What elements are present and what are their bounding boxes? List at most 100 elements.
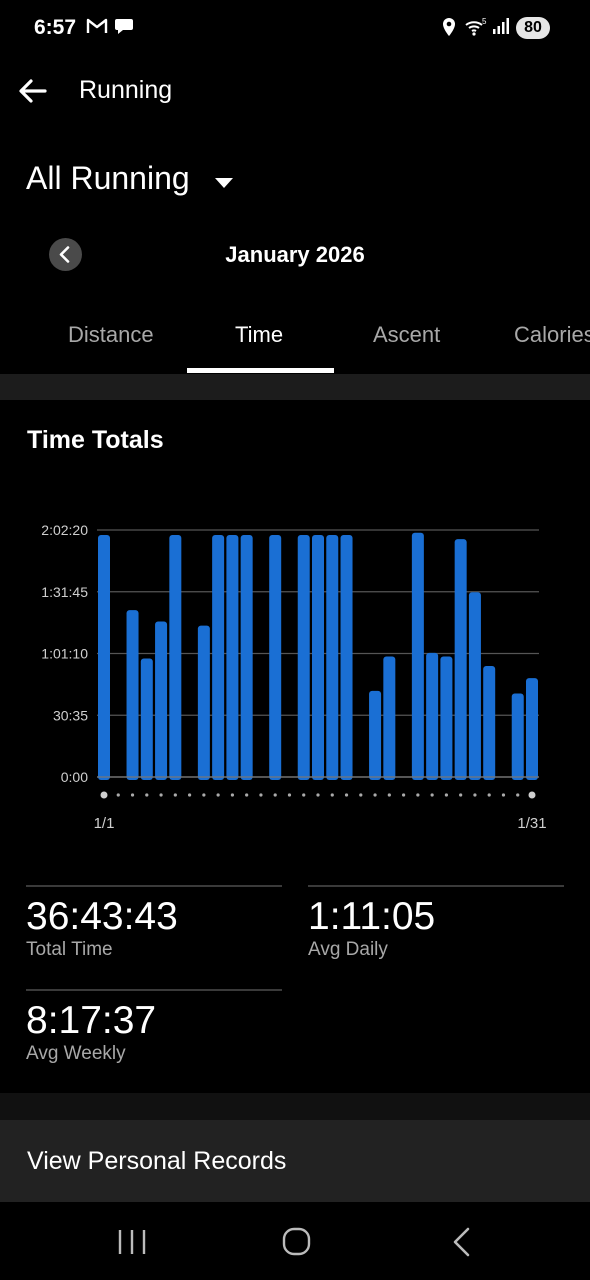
x-day-dot bbox=[430, 793, 434, 797]
bar-chart: 0:00 30:35 1:01:10 1:31:45 2:02:20 1/1 1/31 bbox=[41, 522, 546, 832]
x-day-dot bbox=[402, 793, 406, 797]
x-day-dot bbox=[159, 793, 163, 797]
x-tick-label: 1/31 bbox=[517, 815, 546, 832]
dropdown-arrow-icon bbox=[214, 176, 234, 194]
back-arrow-icon[interactable] bbox=[14, 72, 52, 110]
bar-1/10[interactable] bbox=[226, 535, 239, 780]
stat-value: 36:43:43 bbox=[26, 895, 178, 938]
bar-1/23[interactable] bbox=[411, 532, 424, 780]
y-tick-label: 2:02:20 bbox=[41, 522, 88, 538]
bar-1/24[interactable] bbox=[426, 652, 439, 780]
bar-1/8[interactable] bbox=[197, 625, 210, 780]
stat-avg-daily: 1:11:05 Avg Daily bbox=[308, 885, 564, 987]
x-day-dot bbox=[287, 793, 292, 797]
x-day-dot bbox=[245, 793, 249, 797]
stat-label: Avg Weekly bbox=[26, 1043, 126, 1064]
x-day-dot bbox=[501, 793, 506, 797]
x-day-dot bbox=[230, 793, 234, 797]
x-day-dot bbox=[216, 793, 220, 797]
bar-1/9[interactable] bbox=[212, 535, 225, 780]
system-nav-bar bbox=[0, 1202, 590, 1280]
x-day-dot bbox=[259, 793, 263, 797]
x-day-dot bbox=[202, 793, 206, 797]
month-label: January 2026 bbox=[225, 242, 365, 267]
bar-1/5[interactable] bbox=[155, 621, 168, 780]
signal-icon bbox=[492, 17, 510, 40]
bar-1/1[interactable] bbox=[98, 535, 110, 780]
x-day-dot bbox=[459, 793, 463, 797]
bar-1/31[interactable] bbox=[526, 678, 538, 780]
bar-1/15[interactable] bbox=[297, 535, 310, 780]
bar-1/26[interactable] bbox=[454, 539, 467, 780]
view-personal-records-button[interactable]: View Personal Records bbox=[0, 1120, 590, 1202]
x-day-dot bbox=[359, 793, 363, 797]
x-day-dot bbox=[116, 793, 120, 797]
x-day-dot bbox=[516, 793, 520, 797]
bar-1/27[interactable] bbox=[468, 592, 481, 780]
tab-time[interactable]: Time bbox=[235, 322, 283, 348]
x-day-dot bbox=[273, 793, 277, 797]
stat-value: 1:11:05 bbox=[308, 895, 436, 938]
stat-value: 8:17:37 bbox=[26, 999, 157, 1042]
tab-distance[interactable]: Distance bbox=[68, 322, 154, 348]
stat-avg-weekly: 8:17:37 Avg Weekly bbox=[26, 989, 282, 1091]
recent-apps-icon[interactable] bbox=[112, 1224, 152, 1260]
stat-label: Total Time bbox=[26, 939, 113, 960]
bar-1/13[interactable] bbox=[269, 535, 282, 780]
x-day-dot bbox=[473, 793, 477, 797]
bar-1/3[interactable] bbox=[126, 610, 139, 780]
location-icon bbox=[441, 17, 457, 42]
x-day-dot bbox=[444, 793, 448, 797]
x-day-dot bbox=[188, 793, 192, 797]
bar-1/4[interactable] bbox=[140, 658, 153, 780]
bar-1/16[interactable] bbox=[312, 535, 324, 780]
home-icon[interactable] bbox=[276, 1224, 316, 1260]
x-day-dot bbox=[416, 793, 420, 797]
bar-1/28[interactable] bbox=[483, 665, 496, 780]
bar-1/20[interactable] bbox=[369, 690, 382, 780]
app-bar: Running bbox=[0, 60, 590, 122]
section-divider bbox=[0, 374, 590, 400]
x-day-dot bbox=[330, 793, 334, 797]
x-tick-label: 1/1 bbox=[94, 815, 115, 832]
bar-1/11[interactable] bbox=[240, 535, 253, 780]
bar-1/30[interactable] bbox=[511, 693, 524, 780]
back-nav-icon[interactable] bbox=[442, 1224, 482, 1260]
bar-1/6[interactable] bbox=[169, 535, 182, 780]
x-day-dot bbox=[373, 793, 377, 797]
x-day-dot bbox=[302, 793, 306, 797]
activity-filter-dropdown[interactable]: All Running bbox=[26, 160, 233, 204]
month-navigator: January 2026 bbox=[0, 232, 590, 278]
tab-ascent[interactable]: Ascent bbox=[373, 322, 440, 348]
tab-calories[interactable]: Calories bbox=[514, 322, 590, 348]
status-bar: 6:57 5 80 bbox=[0, 0, 590, 58]
x-day-dot bbox=[145, 793, 149, 797]
page-title: Running bbox=[79, 76, 173, 104]
bar-1/18[interactable] bbox=[340, 535, 353, 780]
metric-tabs: Distance Time Ascent Calories bbox=[0, 298, 590, 374]
bar-1/17[interactable] bbox=[326, 535, 339, 780]
y-tick-label: 1:31:45 bbox=[41, 584, 88, 600]
gmail-icon bbox=[86, 17, 108, 40]
x-day-dot bbox=[344, 793, 349, 797]
x-day-dot bbox=[130, 793, 135, 797]
y-tick-label: 1:01:10 bbox=[41, 646, 88, 662]
personal-records-label: View Personal Records bbox=[27, 1147, 287, 1175]
x-day-dot bbox=[173, 793, 177, 797]
card-title: Time Totals bbox=[27, 426, 164, 454]
y-tick-label: 0:00 bbox=[61, 769, 88, 785]
wifi-icon: 5 bbox=[464, 17, 488, 42]
stat-total-time: 36:43:43 Total Time bbox=[26, 885, 282, 987]
active-tab-indicator bbox=[187, 368, 334, 373]
status-time: 6:57 bbox=[34, 16, 77, 39]
x-day-dot bbox=[100, 791, 108, 799]
x-day-dot bbox=[528, 791, 536, 799]
y-tick-label: 30:35 bbox=[53, 707, 88, 723]
battery-icon: 80 bbox=[516, 17, 550, 39]
x-day-dot bbox=[487, 793, 491, 797]
section-divider bbox=[0, 1093, 590, 1120]
x-day-dot bbox=[387, 793, 391, 797]
bar-1/21[interactable] bbox=[383, 656, 396, 780]
stat-label: Avg Daily bbox=[308, 939, 388, 960]
bar-1/25[interactable] bbox=[440, 656, 453, 780]
